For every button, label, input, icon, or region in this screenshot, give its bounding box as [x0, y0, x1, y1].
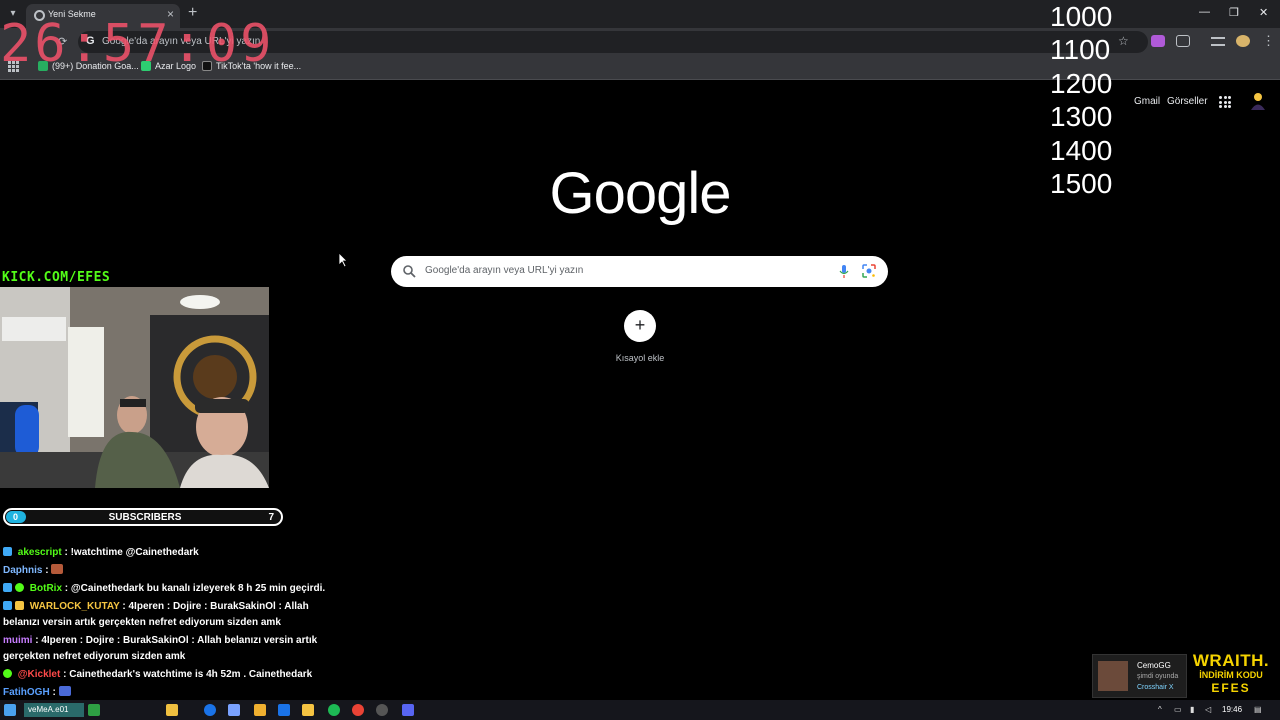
chat-text: 4Iperen : Dojire : BurakSakinOl : Allah …: [3, 635, 318, 662]
chat-username: Daphnis: [3, 565, 43, 576]
mail-icon[interactable]: [278, 704, 290, 716]
restore-button[interactable]: ❐: [1229, 6, 1239, 19]
subscriber-goal-bar: 0 SUBSCRIBERS 7: [3, 508, 283, 526]
search-icon: [403, 265, 416, 278]
number-item: 1100: [1050, 34, 1111, 66]
badge-icon: [3, 601, 12, 610]
mic-tray-icon[interactable]: ▮: [1190, 705, 1194, 714]
taskbar-clock[interactable]: 19:46: [1222, 705, 1242, 714]
gmail-link[interactable]: Gmail: [1134, 96, 1160, 107]
chat-text: !watchtime @Cainethedark: [70, 547, 199, 558]
file-explorer-icon[interactable]: [302, 704, 314, 716]
number-item: 1500: [1050, 167, 1113, 199]
stream-chat: akescript : !watchtime @Cainethedark Dap…: [3, 545, 343, 703]
badge-icon: [3, 547, 12, 556]
verified-badge-icon: [3, 669, 12, 678]
app-icon[interactable]: [228, 704, 240, 716]
stream-clock: 26:57:09: [0, 14, 275, 74]
sponsor-brand: WRAITH.: [1192, 651, 1270, 670]
account-avatar-icon[interactable]: [1249, 91, 1267, 111]
chat-username: akescript: [17, 547, 62, 558]
chat-message: @Kicklet : Cainethedark's watchtime is 4…: [3, 667, 343, 683]
notification-center-icon[interactable]: ▤: [1254, 705, 1262, 714]
subscriber-badge-icon: [15, 601, 24, 610]
number-list: 1000 1100 1200 1300 1400 1500: [1050, 0, 1130, 200]
kick-channel-label: KICK.COM/EFES: [2, 270, 111, 285]
volume-icon[interactable]: ◁: [1205, 705, 1211, 714]
start-icon[interactable]: [4, 704, 16, 716]
taskbar-search[interactable]: veMeA.e01: [24, 703, 84, 717]
subscriber-label: SUBSCRIBERS: [108, 512, 182, 523]
notification-status: şimdi oyunda: [1137, 673, 1179, 680]
sponsor-line: İNDİRİM KODU: [1199, 670, 1263, 680]
emote-icon: [58, 686, 71, 696]
minimize-button[interactable]: —: [1199, 6, 1210, 18]
google-apps-icon[interactable]: [1219, 96, 1231, 108]
taskbar: veMeA.e01 ^ ▭ ▮ ◁ 19:46 ▤: [0, 700, 1280, 720]
number-item: 1400: [1050, 134, 1113, 166]
sponsor-banner: WRAITH. İNDİRİM KODU EFES: [1188, 651, 1274, 696]
user-avatar: [1098, 661, 1128, 691]
number-item: 1000: [1050, 1, 1113, 32]
sponsor-code: EFES: [1211, 681, 1251, 695]
add-shortcut-label: Kısayol ekle: [615, 353, 665, 363]
app-icon[interactable]: [166, 704, 178, 716]
store-icon[interactable]: [254, 704, 266, 716]
chat-message: BotRix : @Cainethedark bu kanalı izleyer…: [3, 581, 343, 597]
close-window-button[interactable]: ✕: [1259, 6, 1268, 19]
chat-message: akescript : !watchtime @Cainethedark: [3, 545, 343, 561]
media-control-icon[interactable]: [1211, 37, 1225, 46]
tray-chevron-icon[interactable]: ^: [1158, 705, 1162, 714]
notification-game: Crosshair X: [1137, 684, 1174, 691]
app-icon[interactable]: [376, 704, 388, 716]
number-item: 1200: [1050, 67, 1113, 99]
chat-message: WARLOCK_KUTAY : 4Iperen : Dojire : Burak…: [3, 601, 309, 628]
chat-text: Cainethedark's watchtime is 4h 52m . Cai…: [69, 669, 313, 680]
emote-icon: [51, 564, 64, 574]
browser-menu-icon[interactable]: ⋮: [1262, 33, 1275, 49]
microphone-icon[interactable]: [839, 264, 849, 279]
chat-username: WARLOCK_KUTAY: [29, 601, 120, 612]
game-activity-notification: CemoGG şimdi oyunda Crosshair X: [1092, 654, 1187, 698]
edge-icon[interactable]: [204, 704, 216, 716]
google-logo: Google: [549, 161, 731, 226]
number-item: 1300: [1050, 101, 1113, 133]
mouse-cursor-icon: [338, 252, 348, 268]
chat-message: Daphnis :: [3, 563, 343, 579]
images-link[interactable]: Görseller: [1167, 96, 1208, 107]
chat-message: muimi : 4Iperen : Dojire : BurakSakinOl …: [3, 635, 318, 662]
add-shortcut-button[interactable]: +: [624, 310, 656, 342]
chat-text: @Cainethedark bu kanalı izleyerek 8 h 25…: [70, 583, 326, 594]
chat-message: FatihOGH :: [3, 685, 343, 701]
discord-icon[interactable]: [402, 704, 414, 716]
google-lens-icon[interactable]: [862, 264, 876, 278]
chat-username: muimi: [3, 635, 33, 646]
extensions-puzzle-icon[interactable]: [1176, 35, 1190, 47]
google-search-box[interactable]: Google'da arayın veya URL'yi yazın: [391, 256, 888, 287]
chat-username: FatihOGH: [3, 687, 50, 698]
subscriber-goal: 7: [268, 512, 274, 523]
bot-badge-icon: [3, 583, 12, 592]
chat-username: @Kicklet: [17, 669, 61, 680]
spotify-icon[interactable]: [328, 704, 340, 716]
webcam-feed: [0, 287, 269, 488]
app-icon[interactable]: [88, 704, 100, 716]
search-input[interactable]: Google'da arayın veya URL'yi yazın: [425, 265, 583, 276]
chat-username: BotRix: [29, 583, 63, 594]
notification-user: CemoGG: [1137, 661, 1171, 670]
profile-avatar-icon[interactable]: [1236, 35, 1250, 47]
verified-badge-icon: [15, 583, 24, 592]
network-icon[interactable]: ▭: [1174, 705, 1182, 714]
chrome-taskbar-icon[interactable]: [352, 704, 364, 716]
extension-icon[interactable]: [1151, 35, 1165, 47]
